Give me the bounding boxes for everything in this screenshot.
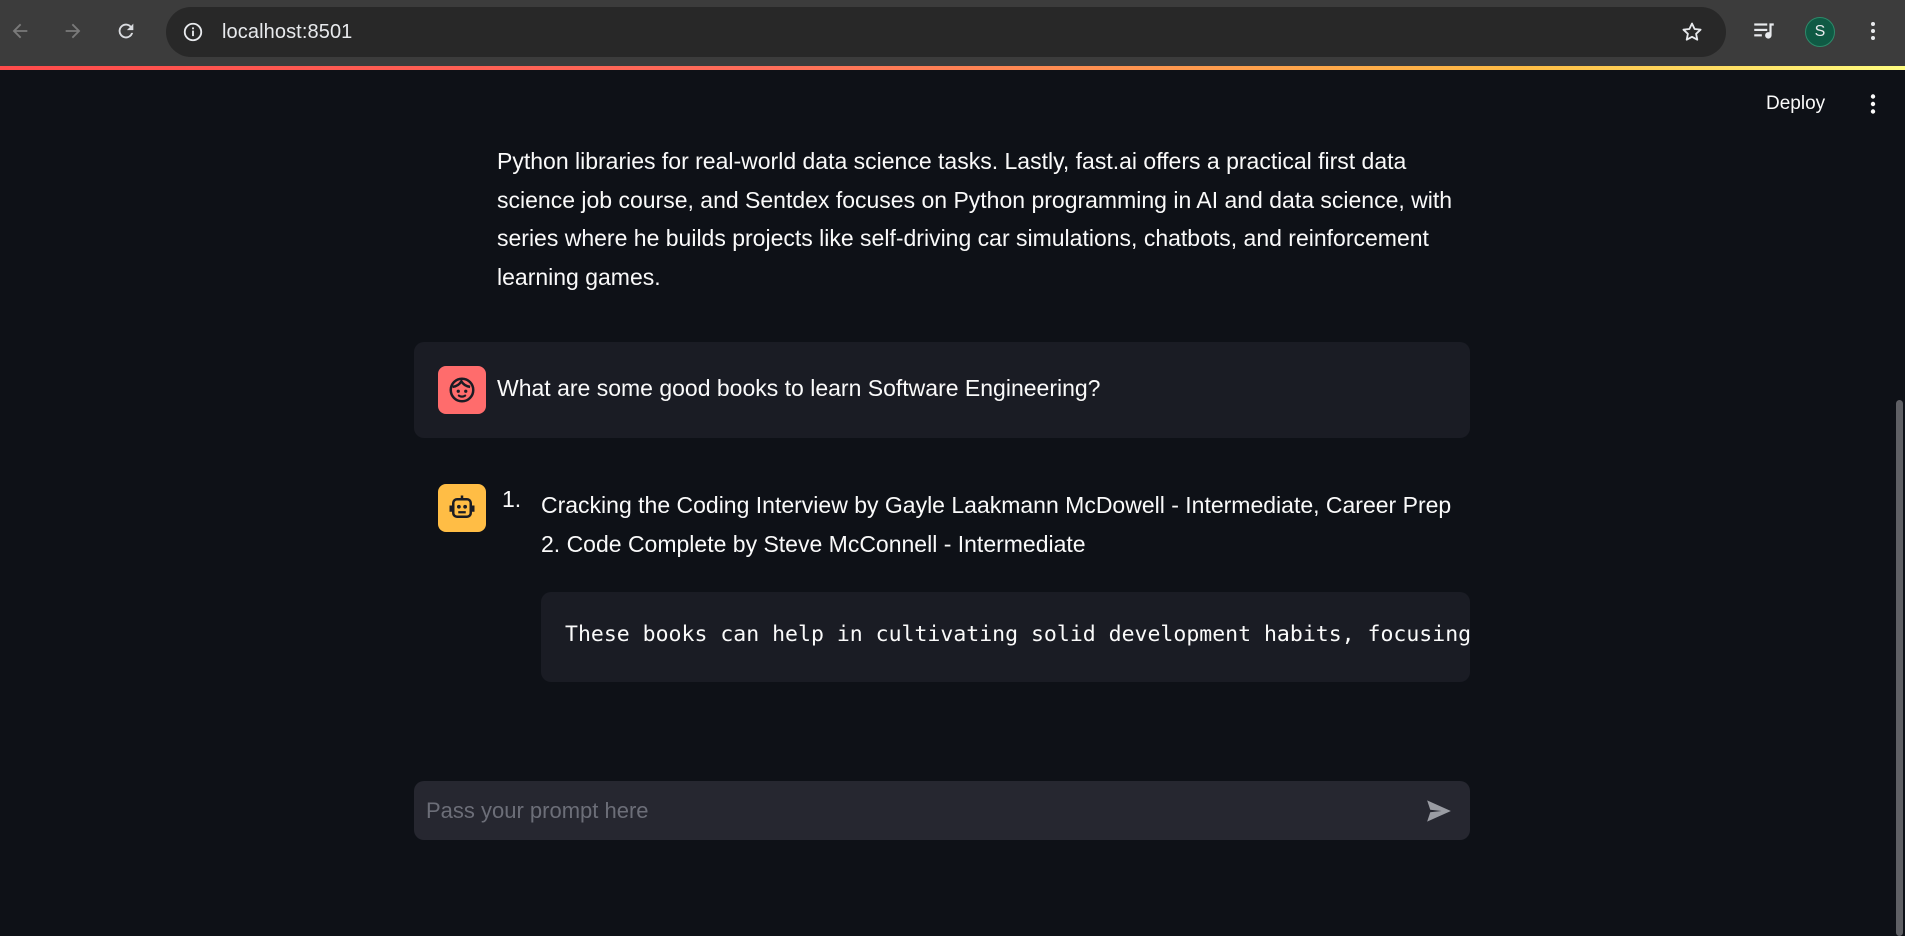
info-icon <box>183 22 203 42</box>
user-avatar <box>438 366 486 414</box>
star-icon <box>1682 22 1702 41</box>
robot-icon <box>449 495 475 518</box>
media-control-button[interactable] <box>1748 15 1780 47</box>
user-message-text: What are some good books to learn Softwa… <box>497 375 1101 401</box>
running-status-bar <box>0 66 1905 70</box>
assistant-message-text: Python libraries for real-world data sci… <box>497 148 1453 290</box>
deploy-button[interactable]: Deploy <box>1754 86 1837 122</box>
app-main-menu-button[interactable] <box>1858 88 1888 120</box>
vertical-dots-icon <box>1871 22 1875 40</box>
address-bar[interactable]: localhost:8501 <box>166 7 1726 57</box>
send-button[interactable] <box>1422 794 1456 828</box>
media-playlist-icon <box>1754 23 1774 39</box>
arrow-right-icon <box>65 23 81 39</box>
url-text[interactable]: localhost:8501 <box>222 21 352 44</box>
code-block[interactable]: These books can help in cultivating soli… <box>541 592 1470 682</box>
site-info-button[interactable] <box>180 19 206 45</box>
bookmark-button[interactable] <box>1678 18 1706 46</box>
send-icon <box>1427 800 1451 822</box>
assistant-avatar <box>438 484 486 532</box>
reload-icon <box>118 23 134 39</box>
vertical-dots-icon <box>1870 94 1876 114</box>
profile-avatar[interactable]: S <box>1805 17 1835 47</box>
chat-input-container <box>414 781 1470 840</box>
list-item-text: Cracking the Coding Interview by Gayle L… <box>541 492 1452 557</box>
arrow-left-icon <box>12 23 28 39</box>
scrollbar[interactable] <box>1896 400 1903 936</box>
browser-menu-button[interactable] <box>1857 15 1889 47</box>
browser-toolbar: localhost:8501 S <box>0 0 1905 66</box>
code-text: These books can help in cultivating soli… <box>565 622 1470 647</box>
back-button[interactable] <box>2 13 38 49</box>
list-item-number: 1. <box>502 486 522 512</box>
forward-button[interactable] <box>55 13 91 49</box>
reload-button[interactable] <box>108 13 144 49</box>
user-chat-message: What are some good books to learn Softwa… <box>414 342 1470 438</box>
chat-prompt-input[interactable] <box>426 781 1386 840</box>
smiley-face-icon <box>449 377 475 403</box>
